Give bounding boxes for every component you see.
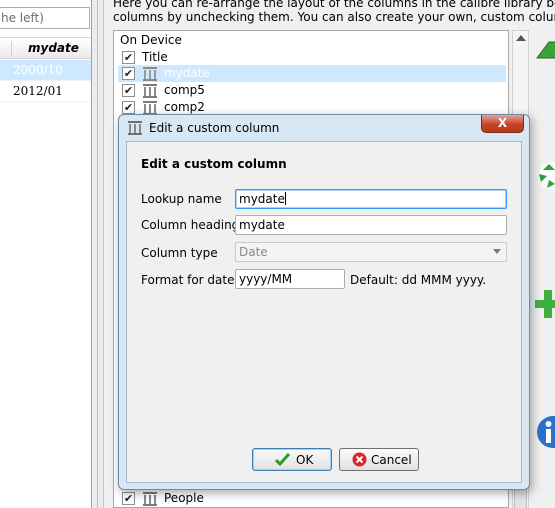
close-icon: X [497,116,508,130]
column-type-select[interactable]: Date [235,242,507,262]
column-item-label: comp5 [164,83,205,97]
add-icon[interactable] [535,286,555,322]
text-caret [284,192,286,205]
recycle-icon[interactable] [535,158,555,194]
dialog-title: Edit a custom column [149,121,280,135]
info-icon[interactable] [535,414,555,450]
column-item-people[interactable]: ✔ People [118,490,506,507]
header-divider [11,41,12,56]
scroll-up-icon[interactable] [516,35,526,41]
cancel-button-label: Cancel [371,453,412,467]
date-format-default: Default: dd MMM yyyy. [350,273,487,287]
column-item-comp5[interactable]: ✔ comp5 [118,82,506,99]
column-item-label: People [164,491,204,505]
book-row-date: 2000/10 [13,63,63,77]
column-icon [143,67,157,81]
column-item-title[interactable]: ✔ Title [118,49,506,66]
column-item-label: On Device [120,33,182,47]
lookup-name-label: Lookup name [141,192,222,206]
description-line-1: Here you can re-arrange the layout of th… [113,0,555,10]
edit-custom-column-dialog: Edit a custom column X Edit a custom col… [118,114,530,490]
column-item-label: mydate [164,66,210,80]
close-button[interactable]: X [481,115,524,133]
column-heading-label: Column heading [141,218,240,232]
column-checkbox[interactable]: ✔ [122,51,135,64]
search-field[interactable]: he left) [0,7,90,29]
book-row[interactable]: 2012/01 [0,81,91,102]
format-for-dates-label: Format for dates [141,273,241,287]
preferences-description: Here you can re-arrange the layout of th… [113,0,555,24]
dialog-title-bar[interactable]: Edit a custom column X [119,115,529,141]
book-list-pane: he left) mydate 2000/10 2012/01 [0,0,92,508]
column-icon [143,84,157,98]
column-checkbox[interactable]: ✔ [122,84,135,97]
book-list-header[interactable]: mydate [0,37,91,59]
dialog-heading: Edit a custom column [141,157,287,171]
date-format-input[interactable]: yyyy/MM [235,269,345,289]
column-checkbox[interactable]: ✔ [122,101,135,114]
date-format-value: yyyy/MM [239,272,293,286]
column-checkbox[interactable]: ✔ [122,492,135,505]
column-type-label: Column type [141,246,218,260]
lookup-name-input[interactable]: mydate [235,189,507,209]
column-item-label: Title [142,50,168,64]
column-icon [128,121,142,135]
chevron-down-icon [493,249,501,254]
cancel-icon [352,452,367,467]
dialog-body: Edit a custom column Lookup name mydate … [126,141,522,483]
description-line-2: columns by unchecking them. You can also… [113,10,555,24]
splitter[interactable] [92,0,104,508]
ok-button[interactable]: OK [252,448,332,471]
book-row[interactable]: 2000/10 [0,60,91,81]
column-item-mydate[interactable]: ✔ mydate [118,65,506,82]
column-icon [143,101,157,115]
splitter-edge [97,0,98,508]
column-item-on-device[interactable]: On Device [118,32,506,49]
column-header-mydate[interactable]: mydate [28,41,79,55]
cancel-button[interactable]: Cancel [339,448,419,471]
checkmark-icon [275,452,290,467]
column-icon [143,492,157,506]
column-type-value: Date [239,245,268,259]
move-up-icon[interactable] [535,36,555,72]
book-row-date: 2012/01 [13,84,63,98]
column-checkbox[interactable]: ✔ [122,67,135,80]
column-heading-value: mydate [239,218,285,232]
ok-button-label: OK [296,453,314,467]
lookup-name-value: mydate [239,192,285,206]
column-heading-input[interactable]: mydate [235,215,507,235]
